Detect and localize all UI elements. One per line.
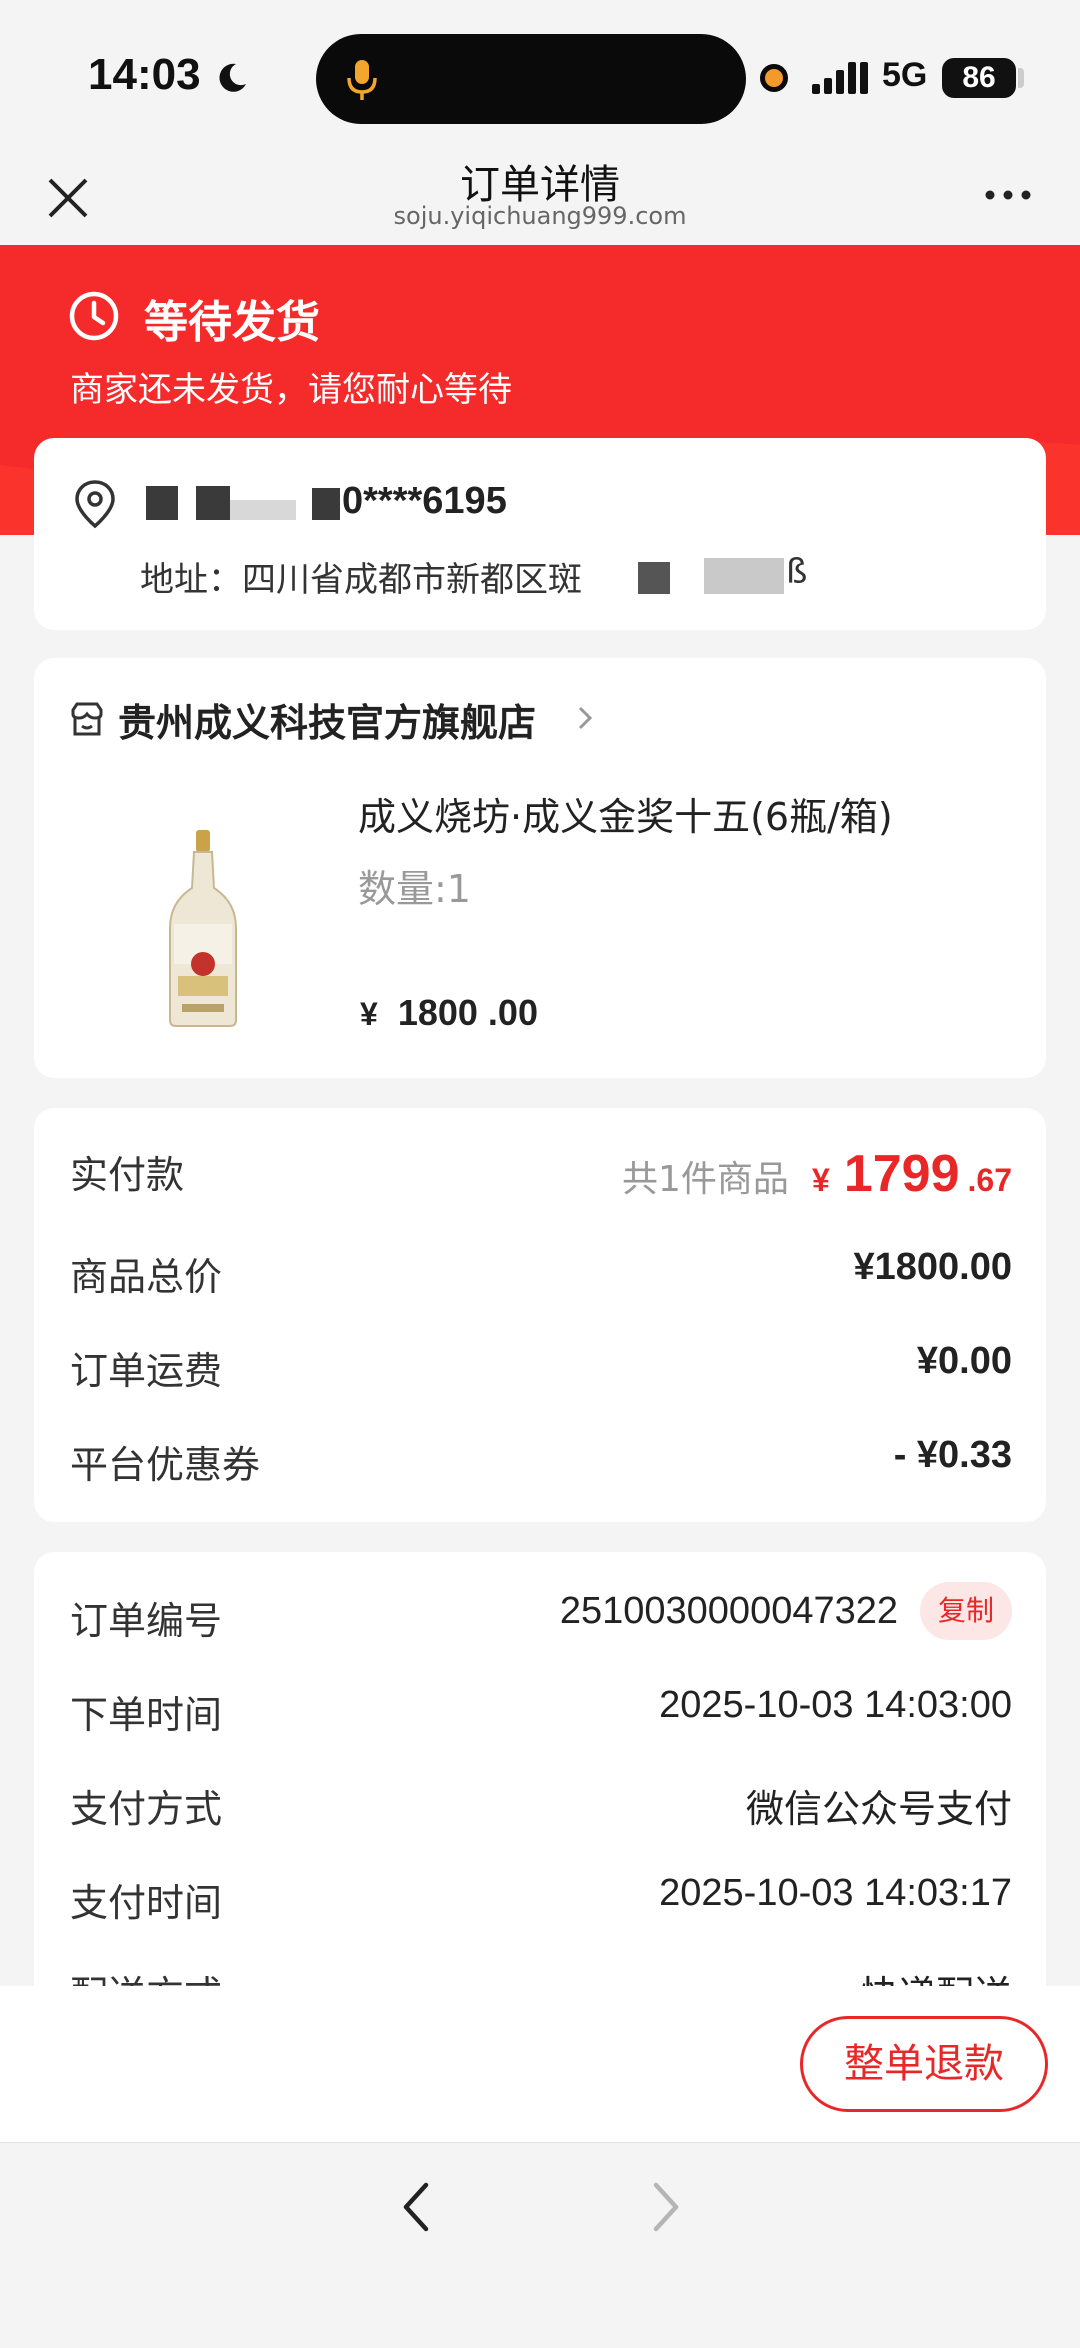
shipping-label: 订单运费 <box>70 1349 223 1393</box>
location-pin-icon <box>75 480 115 529</box>
paid-label: 实付款 <box>70 1153 185 1197</box>
recipient-phone: 0****6195 <box>342 480 507 522</box>
product-quantity: 数量:1 <box>358 867 471 911</box>
masked-name-block <box>146 486 178 520</box>
page-url: soju.yiqichuang999.com <box>393 202 687 230</box>
chevron-right-icon[interactable] <box>574 704 596 732</box>
shipping-value: ¥0.00 <box>916 1340 1012 1382</box>
forward-arrow-icon[interactable] <box>648 2179 684 2235</box>
paid-summary: 共1件商品 ¥1799.67 <box>622 1144 1012 1204</box>
order-time-value: 2025-10-03 14:03:00 <box>659 1684 1012 1726</box>
product-price: ¥ 1800 .00 <box>360 992 538 1034</box>
dynamic-island <box>316 34 746 124</box>
signal-icon <box>812 62 868 94</box>
mic-icon <box>347 60 377 100</box>
copy-button[interactable]: 复制 <box>920 1582 1012 1640</box>
payment-method-label: 支付方式 <box>70 1787 223 1831</box>
product-image[interactable] <box>158 828 248 1028</box>
order-no-label: 订单编号 <box>70 1599 223 1643</box>
browser-bottom-nav <box>0 2142 1080 2348</box>
clock-icon <box>69 291 119 341</box>
subtotal-label: 商品总价 <box>70 1255 223 1299</box>
recipient-address: 地址：四川省成都市新都区斑 <box>140 560 582 600</box>
status-bar: 14:03 5G 86 <box>0 0 1080 150</box>
coupon-label: 平台优惠券 <box>70 1443 261 1487</box>
network-type: 5G <box>882 56 928 94</box>
product-card: 贵州成义科技官方旗舰店 成义烧坊·成义金奖十五(6瓶/箱) 数量:1 ¥ 180… <box>34 658 1046 1078</box>
payment-card: 实付款 共1件商品 ¥1799.67 商品总价 ¥1800.00 订单运费 ¥0… <box>34 1108 1046 1522</box>
refund-button[interactable]: 整单退款 <box>800 2016 1048 2112</box>
recipient-address-tail: ß <box>786 552 808 592</box>
order-status-subtitle: 商家还未发货，请您耐心等待 <box>70 370 512 410</box>
paid-symbol: ¥ <box>812 1162 830 1198</box>
payment-time-label: 支付时间 <box>70 1881 223 1925</box>
masked-name-block <box>230 500 296 520</box>
product-price-int: 1800 <box>397 992 478 1033</box>
paid-dec: .67 <box>967 1162 1012 1198</box>
coupon-value: - ¥0.33 <box>893 1434 1012 1476</box>
product-name[interactable]: 成义烧坊·成义金奖十五(6瓶/箱) <box>358 786 893 841</box>
bottom-action-bar: 整单退款 <box>0 1986 1080 2142</box>
item-count: 共1件商品 <box>622 1159 789 1200</box>
shop-name[interactable]: 贵州成义科技官方旗舰店 <box>118 692 536 747</box>
masked-address-block <box>704 558 784 594</box>
nav-bar: 订单详情 soju.yiqichuang999.com <box>0 150 1080 245</box>
moon-icon <box>219 63 246 92</box>
battery-indicator: 86 <box>942 58 1016 98</box>
paid-int: 1799 <box>843 1145 960 1203</box>
product-price-symbol: ¥ <box>360 996 378 1032</box>
address-card[interactable]: 0****6195 地址：四川省成都市新都区斑 ß <box>34 438 1046 630</box>
order-no-value: 2510030000047322 <box>559 1590 898 1632</box>
product-price-dec: .00 <box>487 992 538 1033</box>
back-arrow-icon[interactable] <box>398 2179 434 2235</box>
status-time: 14:03 <box>88 50 201 99</box>
recording-dot-icon <box>760 64 788 92</box>
order-status-title: 等待发货 <box>144 297 320 348</box>
masked-name-block <box>196 486 230 520</box>
masked-address-block <box>638 562 670 594</box>
paid-amount: ¥1799.67 <box>812 1145 1012 1203</box>
order-info-card: 订单编号 2510030000047322 复制 下单时间 2025-10-03… <box>34 1552 1046 1992</box>
shop-icon <box>71 702 103 736</box>
more-icon[interactable] <box>982 180 1034 210</box>
payment-time-value: 2025-10-03 14:03:17 <box>659 1872 1012 1914</box>
payment-method-value: 微信公众号支付 <box>745 1789 1012 1831</box>
masked-phone-block <box>312 488 340 520</box>
subtotal-value: ¥1800.00 <box>853 1246 1013 1288</box>
order-time-label: 下单时间 <box>70 1693 223 1737</box>
battery-tip <box>1018 68 1024 88</box>
